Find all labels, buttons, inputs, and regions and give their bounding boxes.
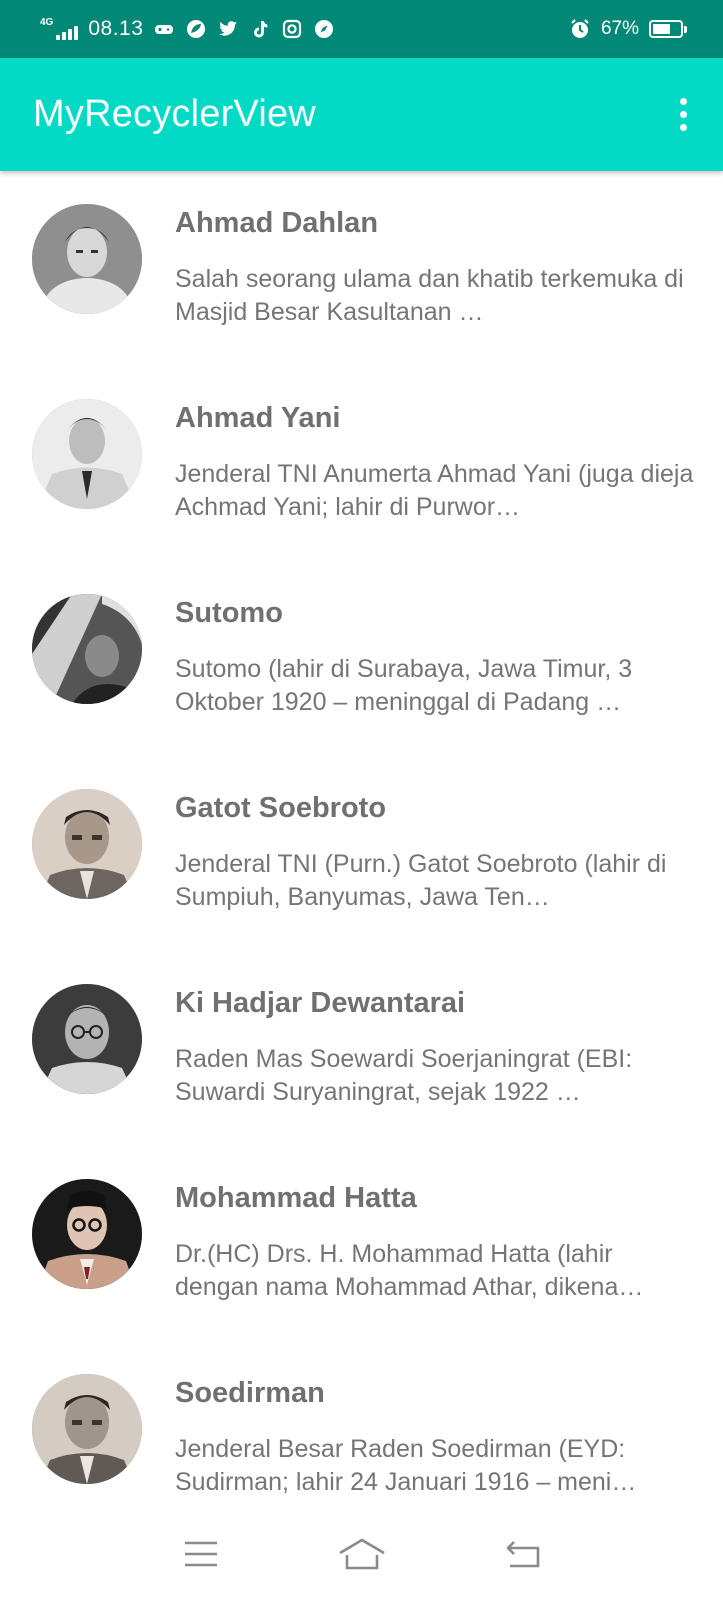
battery-level xyxy=(653,24,671,34)
avatar xyxy=(32,204,142,314)
avatar xyxy=(32,789,142,899)
app-bar: MyRecyclerView xyxy=(0,58,723,171)
hero-name: Soedirman xyxy=(175,1377,325,1409)
hero-description: Jenderal TNI (Purn.) Gatot Soebroto (lah… xyxy=(175,850,667,911)
signal-icon: 4G xyxy=(40,17,79,40)
list-item[interactable]: Sutomo Sutomo (lahir di Surabaya, Jawa T… xyxy=(0,561,723,756)
avatar xyxy=(32,594,142,704)
hero-description: Jenderal Besar Raden Soedirman (EYD: Sud… xyxy=(175,1435,637,1496)
menu-icon[interactable] xyxy=(171,1529,231,1579)
hero-description: Raden Mas Soewardi Soerjaningrat (EBI: S… xyxy=(175,1045,633,1106)
clock: 08.13 xyxy=(88,17,144,40)
battery-percentage: 67% xyxy=(600,18,639,39)
hero-description: Salah seorang ulama dan khatib terkemuka… xyxy=(175,265,684,326)
app-title: MyRecyclerView xyxy=(33,93,316,135)
status-right: 67% xyxy=(569,18,687,40)
hero-name: Ahmad Dahlan xyxy=(175,207,379,239)
navigation-bar xyxy=(0,1509,723,1599)
back-icon[interactable] xyxy=(493,1529,553,1579)
hero-name: Gatot Soebroto xyxy=(175,792,387,824)
list-item[interactable]: Gatot Soebroto Jenderal TNI (Purn.) Gato… xyxy=(0,756,723,951)
game-icon xyxy=(155,25,174,34)
avatar xyxy=(32,1179,142,1289)
battery-icon xyxy=(649,20,687,38)
overflow-menu-icon[interactable] xyxy=(678,92,689,137)
hero-name: Mohammad Hatta xyxy=(175,1182,417,1214)
avatar xyxy=(32,399,142,509)
tiktok-icon xyxy=(254,21,268,38)
list-item[interactable]: Ki Hadjar Dewantarai Raden Mas Soewardi … xyxy=(0,951,723,1146)
list-item[interactable]: Ahmad Dahlan Salah seorang ulama dan kha… xyxy=(0,171,723,366)
status-bar: 4G 08.13 67% xyxy=(0,0,723,58)
avatar xyxy=(32,1374,142,1484)
compass-icon xyxy=(315,20,334,38)
list-item[interactable]: Mohammad Hatta Dr.(HC) Drs. H. Mohammad … xyxy=(0,1146,723,1341)
hero-description: Dr.(HC) Drs. H. Mohammad Hatta (lahir de… xyxy=(175,1240,644,1301)
hero-name: Ahmad Yani xyxy=(175,402,341,434)
instagram-icon xyxy=(283,19,302,39)
avatar xyxy=(32,984,142,1094)
list-item[interactable]: Ahmad Yani Jenderal TNI Anumerta Ahmad Y… xyxy=(0,366,723,561)
leaf-icon xyxy=(187,20,206,38)
status-left: 4G 08.13 xyxy=(40,17,335,41)
home-icon[interactable] xyxy=(332,1529,392,1579)
hero-description: Sutomo (lahir di Surabaya, Jawa Timur, 3… xyxy=(175,655,633,716)
hero-name: Sutomo xyxy=(175,597,283,629)
network-type: 4G xyxy=(40,17,54,28)
alarm-icon xyxy=(571,19,589,38)
hero-list[interactable]: Ahmad Dahlan Salah seorang ulama dan kha… xyxy=(0,171,723,1509)
list-item[interactable]: Soedirman Jenderal Besar Raden Soedirman… xyxy=(0,1341,723,1509)
twitter-icon xyxy=(219,21,238,36)
hero-description: Jenderal TNI Anumerta Ahmad Yani (juga d… xyxy=(175,460,694,521)
hero-name: Ki Hadjar Dewantarai xyxy=(175,987,466,1019)
